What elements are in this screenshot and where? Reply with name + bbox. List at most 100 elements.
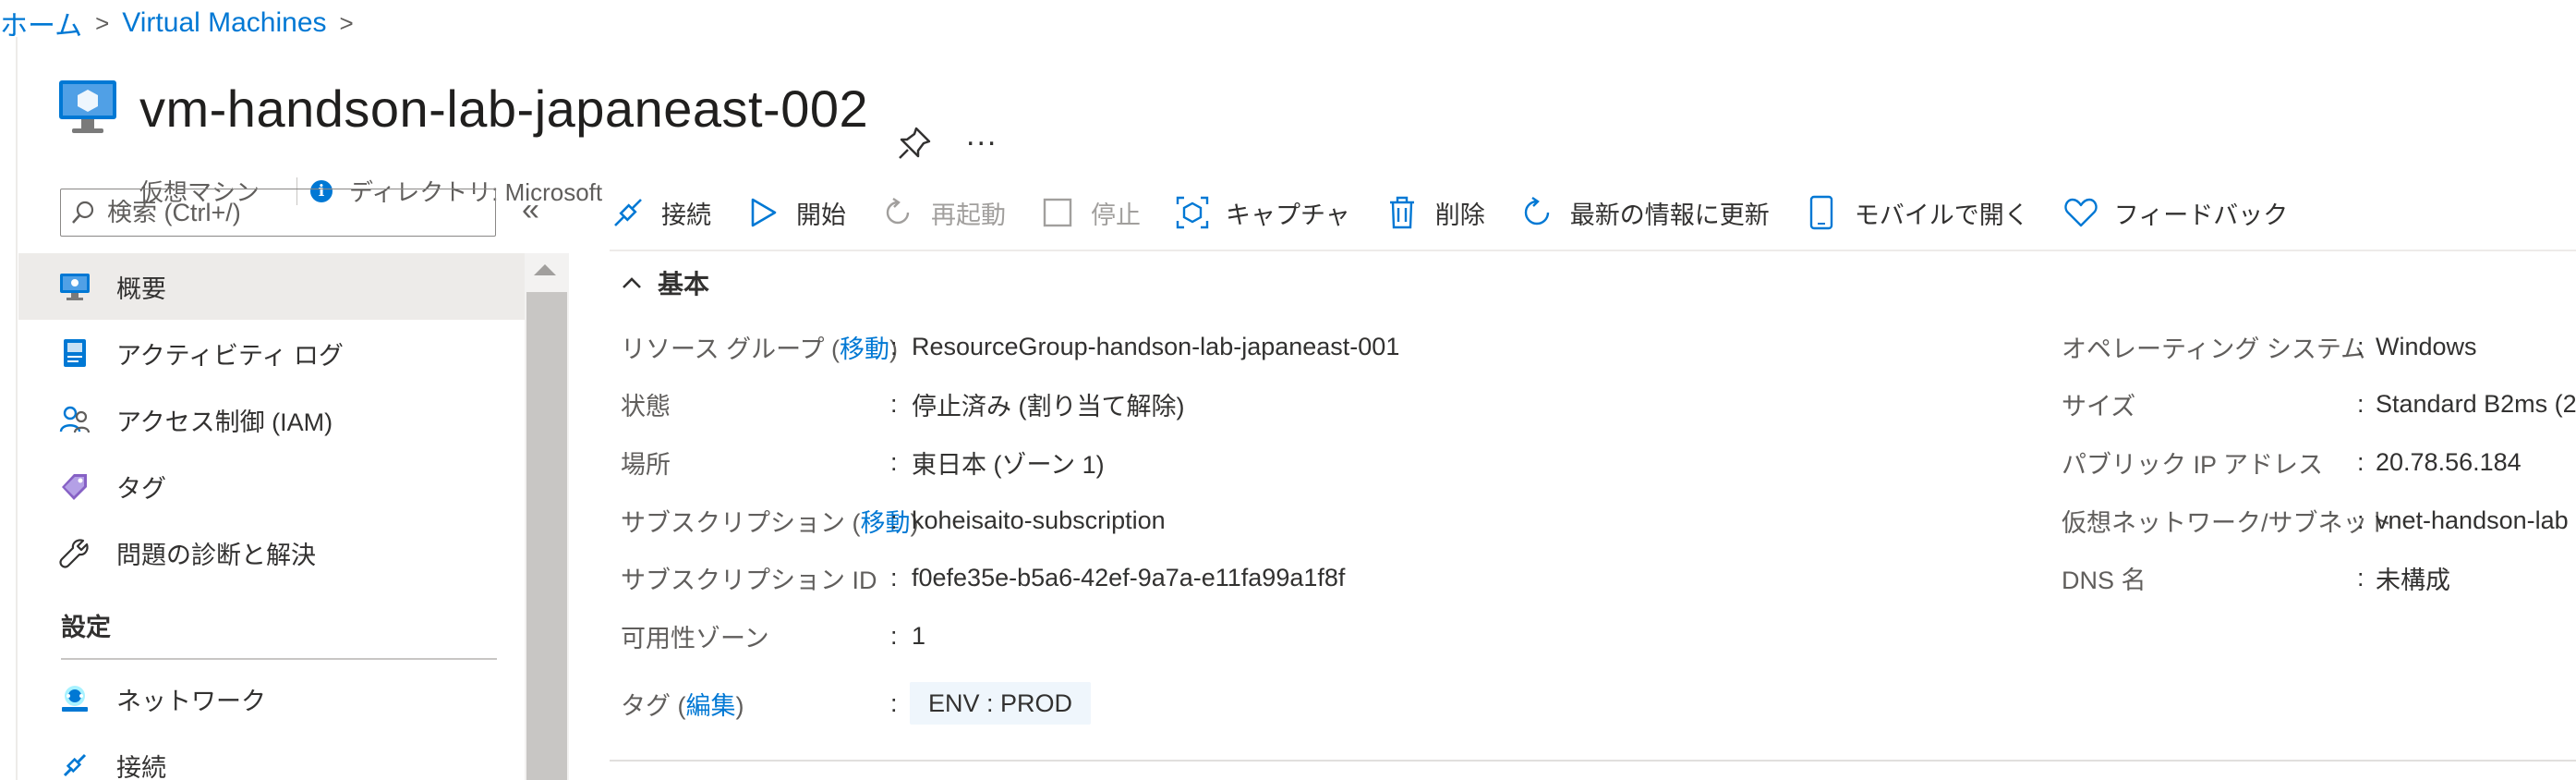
pin-icon[interactable] bbox=[896, 125, 933, 162]
scrollbar-thumb[interactable] bbox=[526, 292, 567, 780]
prop-os: オペレーティング システム : Windows bbox=[2062, 319, 2477, 374]
delete-button[interactable]: 削除 bbox=[1384, 194, 1485, 231]
tag-container: ENV : PROD bbox=[910, 681, 1092, 725]
vnet-link[interactable]: vnet-handson-lab bbox=[2376, 506, 2569, 535]
colon: : bbox=[890, 621, 898, 650]
menu-item-activity-log[interactable]: アクティビティ ログ bbox=[18, 320, 525, 386]
prop-label: リソース グループ (移動) bbox=[621, 335, 899, 363]
tag-pill[interactable]: ENV : PROD bbox=[910, 681, 1092, 725]
trash-icon bbox=[1384, 194, 1421, 231]
capture-label: キャプチャ bbox=[1226, 201, 1350, 229]
prop-label: サブスクリプション (移動) bbox=[621, 508, 919, 537]
zone-value: 1 bbox=[912, 621, 926, 650]
page-title: vm-handson-lab-japaneast-002 bbox=[139, 79, 869, 138]
colon: : bbox=[2357, 447, 2364, 476]
stop-button[interactable]: 停止 bbox=[1039, 194, 1141, 231]
connect-icon bbox=[57, 748, 92, 780]
menu-item-diagnose[interactable]: 問題の診断と解決 bbox=[18, 519, 525, 586]
open-mobile-button[interactable]: モバイルで開く bbox=[1803, 194, 2029, 231]
size-value: Standard B2ms (2 bbox=[2376, 389, 2576, 418]
menu-list: 概要 アクティビティ ログ アクセス制御 (IAM) タグ 問題の診断と解決 設… bbox=[18, 253, 525, 780]
colon: : bbox=[2357, 332, 2364, 360]
menu-item-label: 問題の診断と解決 bbox=[116, 541, 316, 569]
capture-button[interactable]: キャプチャ bbox=[1174, 194, 1350, 231]
collapse-menu-icon[interactable]: « bbox=[522, 192, 539, 228]
breadcrumb-home[interactable]: ホーム bbox=[0, 3, 82, 43]
prop-label: 状態 bbox=[621, 392, 671, 420]
menu-item-iam[interactable]: アクセス制御 (IAM) bbox=[18, 386, 525, 453]
search-input[interactable] bbox=[107, 198, 477, 227]
stop-label: 停止 bbox=[1091, 201, 1141, 229]
location-value: 東日本 (ゾーン 1) bbox=[912, 450, 1105, 479]
restart-icon bbox=[879, 194, 916, 231]
prop-location: 場所 : 東日本 (ゾーン 1) bbox=[621, 434, 1105, 490]
prop-label: 仮想ネットワーク/サブネット bbox=[2062, 508, 2393, 537]
start-label: 開始 bbox=[796, 201, 846, 229]
prop-tags: タグ (編集) : ENV : PROD bbox=[621, 676, 1092, 731]
feedback-label: フィードバック bbox=[2113, 201, 2289, 229]
menu-item-label: タグ bbox=[116, 474, 166, 503]
mobile-icon bbox=[1803, 194, 1840, 231]
play-icon bbox=[744, 194, 781, 231]
breadcrumb: ホーム > Virtual Machines > bbox=[0, 4, 367, 43]
public-ip-link[interactable]: 20.78.56.184 bbox=[2376, 448, 2522, 477]
refresh-label: 最新の情報に更新 bbox=[1569, 201, 1770, 229]
colon: : bbox=[890, 689, 898, 717]
feedback-button[interactable]: フィードバック bbox=[2062, 194, 2288, 231]
restart-label: 再起動 bbox=[931, 201, 1006, 229]
menu-item-overview[interactable]: 概要 bbox=[18, 253, 525, 320]
prop-availability-zone: 可用性ゾーン : 1 bbox=[621, 608, 925, 664]
dns-configure-link[interactable]: 未構成 bbox=[2376, 560, 2450, 596]
command-bar: 接続 開始 再起動 停止 キャプチャ 削除 最新の情報に更新 モバイルで開く フ… bbox=[610, 185, 2321, 240]
network-icon bbox=[57, 681, 92, 716]
prop-size: サイズ : Standard B2ms (2 bbox=[2062, 376, 2576, 432]
move-resource-group-link[interactable]: 移動 bbox=[840, 335, 889, 363]
prop-label: オペレーティング システム bbox=[2062, 335, 2366, 363]
search-icon bbox=[72, 201, 94, 224]
section-divider bbox=[61, 658, 497, 660]
prop-label: パブリック IP アドレス bbox=[2062, 450, 2324, 479]
essentials-bottom-divider bbox=[610, 760, 2576, 762]
delete-label: 削除 bbox=[1434, 201, 1485, 229]
blade-header: vm-handson-lab-japaneast-002 ... 仮想マシン i… bbox=[0, 51, 2576, 206]
essentials-toggle[interactable]: 基本 bbox=[621, 264, 709, 301]
start-button[interactable]: 開始 bbox=[744, 194, 846, 231]
colon: : bbox=[2357, 563, 2364, 591]
refresh-icon bbox=[1518, 194, 1555, 231]
breadcrumb-virtual-machines[interactable]: Virtual Machines bbox=[122, 7, 326, 39]
menu-item-connect[interactable]: 接続 bbox=[18, 732, 525, 780]
restart-button[interactable]: 再起動 bbox=[879, 194, 1006, 231]
menu-scrollbar[interactable] bbox=[525, 253, 569, 780]
menu-item-tags[interactable]: タグ bbox=[18, 453, 525, 519]
prop-dns: DNS 名 : 未構成 bbox=[2062, 550, 2450, 605]
edit-tags-link[interactable]: 編集 bbox=[686, 692, 736, 720]
essentials-heading: 基本 bbox=[658, 270, 710, 299]
activity-log-icon bbox=[57, 335, 92, 371]
resource-group-link[interactable]: ResourceGroup-handson-lab-japaneast-001 bbox=[912, 333, 1399, 361]
move-subscription-link[interactable]: 移動 bbox=[861, 509, 911, 537]
iam-icon bbox=[57, 402, 92, 437]
capture-icon bbox=[1174, 194, 1211, 231]
tag-icon bbox=[57, 469, 92, 504]
menu-search-box[interactable] bbox=[60, 189, 496, 237]
menu-item-label: 接続 bbox=[116, 753, 166, 780]
subscription-link[interactable]: koheisaito-subscription bbox=[912, 506, 1166, 535]
prop-status: 状態 : 停止済み (割り当て解除) bbox=[621, 376, 1184, 432]
chevron-right-icon: > bbox=[95, 8, 110, 37]
wrench-icon bbox=[57, 535, 92, 570]
prop-label: タグ (編集) bbox=[621, 691, 744, 720]
refresh-button[interactable]: 最新の情報に更新 bbox=[1518, 194, 1770, 231]
colon: : bbox=[890, 563, 898, 591]
prop-vnet: 仮想ネットワーク/サブネット : vnet-handson-lab bbox=[2062, 493, 2569, 548]
prop-label: 可用性ゾーン bbox=[621, 624, 769, 652]
connect-button[interactable]: 接続 bbox=[610, 194, 711, 231]
menu-item-network[interactable]: ネットワーク bbox=[18, 665, 525, 732]
scroll-up-icon[interactable] bbox=[534, 264, 556, 275]
colon: : bbox=[2357, 389, 2364, 418]
menu-item-label: アクセス制御 (IAM) bbox=[116, 408, 333, 436]
connect-icon bbox=[610, 194, 647, 231]
colon: : bbox=[890, 506, 898, 534]
menu-item-label: 概要 bbox=[116, 274, 166, 303]
resource-menu: « 概要 アクティビティ ログ アクセス制御 (IAM) タグ bbox=[18, 176, 569, 780]
more-options-icon[interactable]: ... bbox=[966, 117, 998, 153]
